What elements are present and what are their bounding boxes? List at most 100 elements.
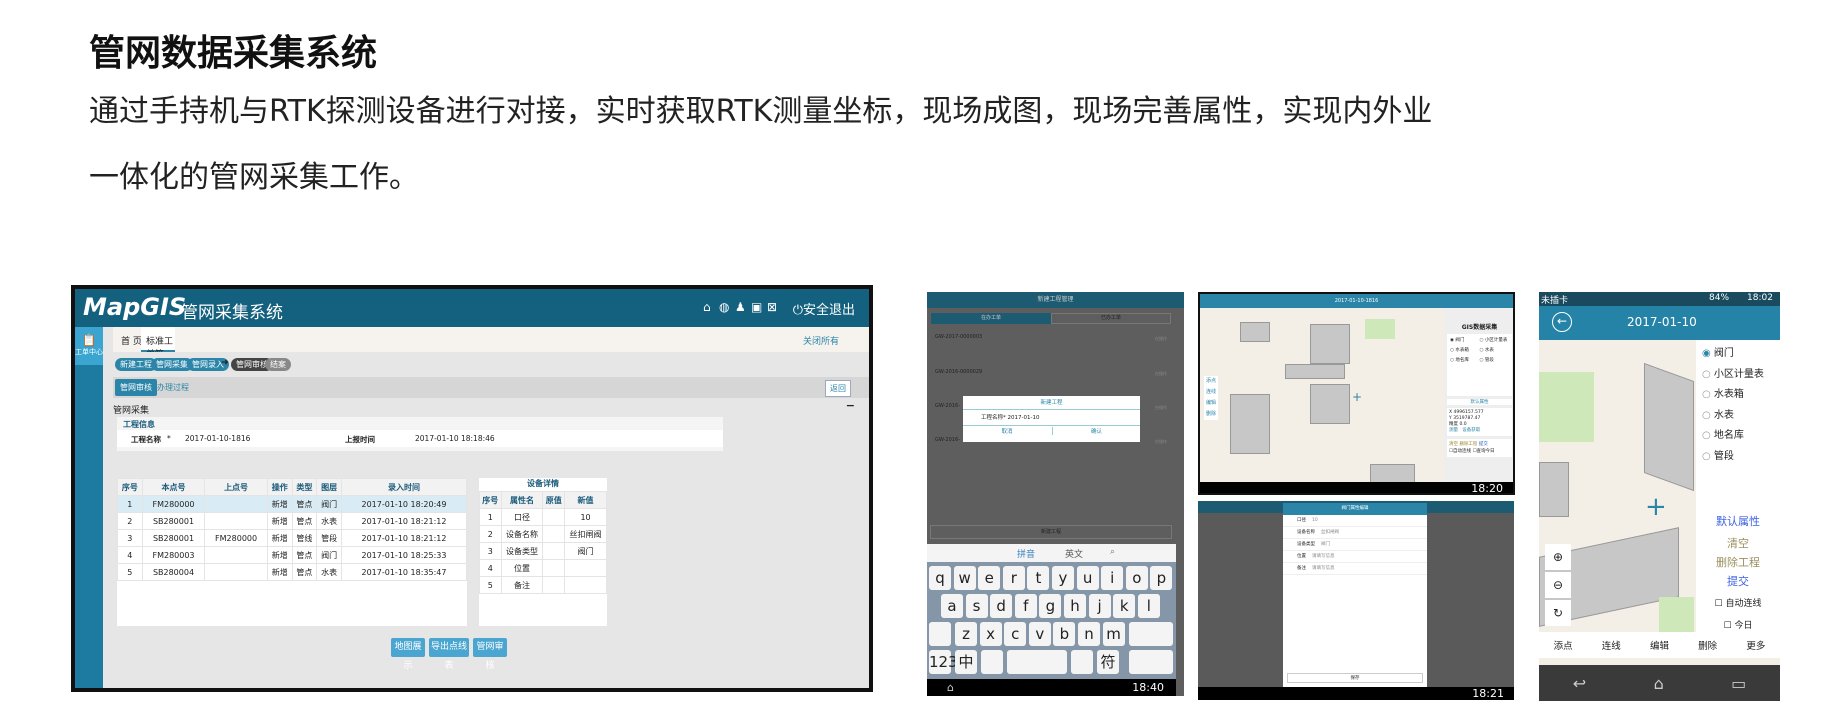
key[interactable]: y bbox=[1052, 566, 1074, 590]
attribute-row[interactable]: 位置 请填写信息 bbox=[1283, 551, 1427, 563]
key[interactable]: k bbox=[1113, 594, 1136, 618]
sidebar-item-work-center[interactable]: 📋 工单中心 bbox=[75, 327, 103, 365]
auto-connect-checkbox[interactable]: ☐ 自动连线 bbox=[1696, 593, 1780, 615]
layer-option[interactable]: ◉ 阀门 bbox=[1450, 337, 1480, 343]
tool-delete[interactable]: 删除 bbox=[1698, 638, 1717, 652]
num-key[interactable]: 123 bbox=[929, 650, 958, 674]
layer-option[interactable]: ○ 水表箱 bbox=[1450, 347, 1480, 353]
attribute-row[interactable]: 备注 请填写信息 bbox=[1283, 563, 1427, 575]
refresh-icon[interactable]: ↻ bbox=[1545, 600, 1571, 626]
key[interactable]: o bbox=[1125, 566, 1148, 590]
tool-edit[interactable]: 编辑 bbox=[1204, 398, 1219, 409]
back-icon[interactable]: ← bbox=[1552, 312, 1572, 332]
book-icon[interactable]: ▣ bbox=[751, 300, 762, 314]
user-icon[interactable]: ♟ bbox=[735, 300, 746, 314]
key[interactable]: c bbox=[1004, 622, 1027, 646]
tool-add-point[interactable]: 添点 bbox=[1554, 638, 1573, 652]
save-button[interactable]: 保存 bbox=[1287, 673, 1423, 683]
attribute-row[interactable]: 设备名称 丝扣闸阀 bbox=[1283, 527, 1427, 539]
tool-more[interactable]: 更多 bbox=[1746, 638, 1765, 652]
list-item[interactable]: GW-2016-0000029 bbox=[935, 369, 982, 375]
search-icon[interactable]: ⌕ bbox=[1110, 547, 1115, 557]
logout-button[interactable]: ⏻安全退出 bbox=[793, 299, 855, 318]
cancel-button[interactable]: 取消 bbox=[963, 427, 1051, 435]
list-item[interactable]: GW-2016- bbox=[935, 403, 960, 409]
comma-key[interactable] bbox=[981, 650, 1003, 674]
list-item[interactable]: GW-2016- bbox=[935, 437, 960, 443]
layer-radio[interactable]: ○ 水表箱 bbox=[1702, 385, 1774, 406]
back-nav-icon[interactable]: ↩ bbox=[1573, 674, 1586, 693]
subtab-process[interactable]: 办理过程 bbox=[157, 382, 189, 393]
home-icon[interactable]: ⌂ bbox=[703, 300, 711, 314]
home-icon[interactable]: ⌂ bbox=[947, 681, 954, 694]
layer-radio[interactable]: ○ 小区计量表 bbox=[1702, 365, 1774, 386]
layer-option[interactable]: ○ 小区计量表 bbox=[1480, 337, 1510, 343]
space-key[interactable] bbox=[1007, 650, 1067, 674]
tool-connect[interactable]: 连线 bbox=[1602, 638, 1621, 652]
key[interactable]: b bbox=[1053, 622, 1076, 646]
key[interactable]: a bbox=[941, 594, 963, 618]
new-project-button[interactable]: 新建工程 bbox=[930, 525, 1172, 539]
layer-option[interactable]: ○ 管段 bbox=[1480, 357, 1510, 363]
key[interactable]: j bbox=[1088, 594, 1111, 618]
key[interactable]: w bbox=[953, 566, 976, 590]
key[interactable]: h bbox=[1064, 594, 1086, 618]
pinyin-button[interactable]: 拼音 bbox=[1017, 547, 1035, 560]
globe-icon[interactable]: ◍ bbox=[719, 300, 729, 314]
key[interactable]: i bbox=[1101, 566, 1124, 590]
recents-nav-icon[interactable]: ▭ bbox=[1731, 674, 1746, 693]
subtab-review[interactable]: 管网审核 bbox=[115, 379, 157, 396]
layer-radio[interactable]: ◉ 阀门 bbox=[1702, 344, 1774, 365]
key[interactable]: q bbox=[929, 566, 951, 590]
table-row[interactable]: 4 FM280003 新增 管点 阀门 2017-01-10 18:25:33 bbox=[117, 546, 468, 564]
tab-home[interactable]: 首 页 bbox=[121, 334, 142, 347]
table-row[interactable]: 1 FM280000 新增 管点 阀门 2017-01-10 18:20:49 bbox=[117, 495, 468, 513]
enter-key[interactable] bbox=[1129, 650, 1173, 674]
table-row[interactable]: 2 SB280001 新增 管点 水表 2017-01-10 18:21:12 bbox=[117, 512, 468, 530]
key[interactable]: m bbox=[1102, 622, 1125, 646]
key[interactable]: l bbox=[1137, 594, 1160, 618]
layer-option[interactable]: ○ 水表 bbox=[1480, 347, 1510, 353]
table-row[interactable]: 5 SB280004 新增 管点 水表 2017-01-10 18:35:47 bbox=[117, 563, 468, 581]
shift-key[interactable] bbox=[929, 622, 951, 646]
review-button[interactable]: 管网审核 bbox=[473, 638, 507, 671]
key[interactable]: v bbox=[1028, 622, 1051, 646]
collapse-button[interactable]: − bbox=[846, 399, 855, 412]
clear-button[interactable]: 清空 bbox=[1449, 442, 1458, 447]
today-checkbox[interactable]: 查询今日 bbox=[1477, 449, 1495, 454]
map-display-button[interactable]: 地图展示 bbox=[391, 638, 425, 671]
clear-button[interactable]: 清空 bbox=[1696, 533, 1780, 555]
zoom-in-icon[interactable]: ⊕ bbox=[1545, 544, 1571, 570]
mail-icon[interactable]: ⊠ bbox=[767, 300, 777, 314]
default-attr-button[interactable]: 默认属性 bbox=[1696, 511, 1780, 533]
tab-done[interactable]: 已办工单 bbox=[1051, 313, 1171, 324]
key[interactable]: z bbox=[955, 622, 977, 646]
key[interactable]: t bbox=[1027, 566, 1050, 590]
period-key[interactable] bbox=[1071, 650, 1093, 674]
layer-radio[interactable]: ○ 地名库 bbox=[1702, 426, 1774, 447]
attribute-row[interactable]: 设备类型 阀门 bbox=[1283, 539, 1427, 551]
key[interactable]: s bbox=[965, 594, 988, 618]
tool-delete[interactable]: 删除 bbox=[1204, 409, 1219, 420]
key[interactable]: g bbox=[1039, 594, 1062, 618]
export-button[interactable]: 导出点线表 bbox=[429, 638, 469, 671]
backspace-key[interactable] bbox=[1129, 622, 1173, 646]
zoom-out-icon[interactable]: ⊖ bbox=[1545, 572, 1571, 598]
layer-option[interactable]: ○ 地名库 bbox=[1450, 357, 1480, 363]
close-all-link[interactable]: 关闭所有 bbox=[803, 334, 839, 347]
project-name-input[interactable]: 工程名称* 2017-01-10 bbox=[963, 410, 1140, 426]
key[interactable]: x bbox=[979, 622, 1002, 646]
tool-add-point[interactable]: 添点 bbox=[1204, 376, 1219, 387]
delete-project-button[interactable]: 删除工程 bbox=[1459, 442, 1477, 447]
table-row[interactable]: 3 SB280001 FM280000 新增 管线 管段 2017-01-10 18:21:… bbox=[117, 529, 468, 547]
device-button[interactable]: 设备获取 bbox=[1462, 428, 1480, 433]
layer-radio[interactable]: ○ 管段 bbox=[1702, 447, 1774, 468]
key[interactable]: r bbox=[1002, 566, 1025, 590]
default-attr-button[interactable]: 默认属性 bbox=[1447, 399, 1512, 405]
zh-key[interactable]: 中 bbox=[955, 650, 977, 674]
tab-standard-workorder[interactable]: 标准工单箱 bbox=[141, 327, 175, 360]
submit-button[interactable]: 提交 bbox=[1479, 442, 1488, 447]
layer-radio[interactable]: ○ 水表 bbox=[1702, 406, 1774, 427]
home-nav-icon[interactable]: ⌂ bbox=[1654, 674, 1664, 693]
list-item[interactable]: GW-2017-0000003 bbox=[935, 334, 982, 340]
